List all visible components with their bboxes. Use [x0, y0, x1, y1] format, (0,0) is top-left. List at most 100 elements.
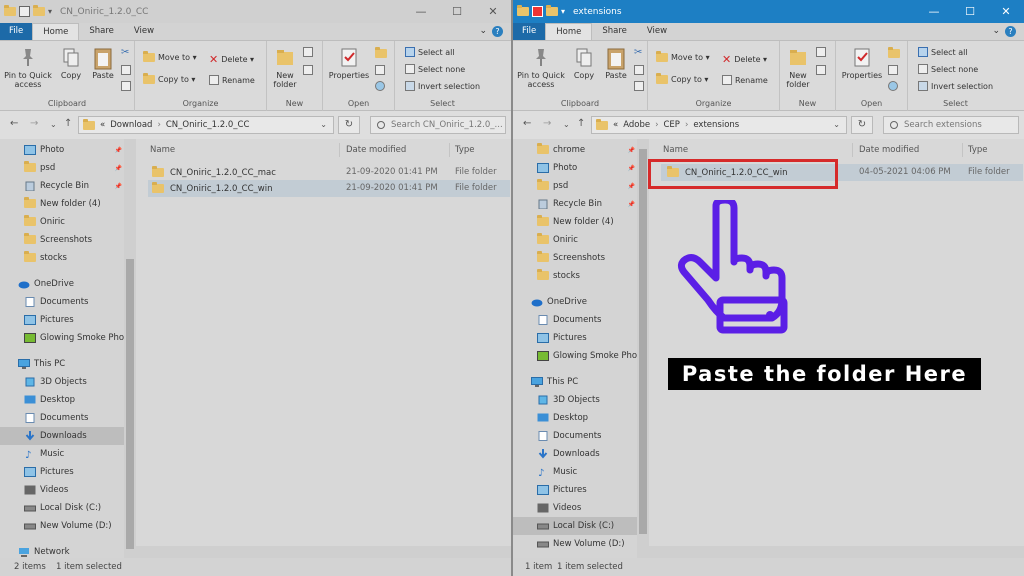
tab-home[interactable]: Home — [32, 23, 80, 40]
copy-button[interactable]: Copy — [56, 46, 86, 80]
invert-selection-button[interactable]: Invert selection — [918, 81, 993, 91]
chevron-down-icon[interactable]: ▾ — [561, 7, 565, 16]
breadcrumb-item[interactable]: extensions — [693, 120, 739, 130]
select-all-button[interactable]: Select all — [405, 47, 455, 57]
sidebar-item-pictures[interactable]: Pictures — [0, 311, 124, 329]
paste-shortcut-icon[interactable] — [121, 81, 131, 91]
column-divider[interactable] — [339, 143, 340, 157]
minimize-button[interactable]: — — [403, 0, 439, 23]
address-bar[interactable]: « Adobe › CEP › extensions ⌄ — [591, 116, 847, 134]
sidebar-item-recycle-bin[interactable]: Recycle Bin 📌 — [0, 177, 124, 195]
column-header-type[interactable]: Type — [968, 145, 988, 155]
copy-button[interactable]: Copy — [569, 46, 599, 80]
recent-chevron-icon[interactable]: ⌄ — [563, 120, 570, 129]
address-overflow[interactable]: « — [100, 120, 105, 130]
chevron-down-icon[interactable]: ▾ — [48, 7, 52, 16]
paste-shortcut-icon[interactable] — [634, 81, 644, 91]
sidebar-item-photo[interactable]: Photo 📌 — [0, 141, 124, 159]
edit-icon[interactable] — [888, 65, 898, 75]
sidebar-item-new-volume-d[interactable]: New Volume (D:) — [0, 517, 124, 535]
refresh-button[interactable]: ↻ — [338, 116, 360, 134]
sidebar-item-oniric[interactable]: Oniric — [513, 231, 637, 249]
sidebar-item-psd[interactable]: psd 📌 — [0, 159, 124, 177]
column-header-date[interactable]: Date modified — [346, 145, 406, 155]
breadcrumb-item[interactable]: CN_Oniric_1.2.0_CC — [166, 120, 250, 130]
sidebar-item-documents[interactable]: Documents — [0, 293, 124, 311]
cut-icon[interactable]: ✂ — [121, 47, 131, 58]
maximize-button[interactable]: ☐ — [439, 0, 475, 23]
sidebar-item-onedrive[interactable]: OneDrive — [513, 293, 637, 311]
help-icon[interactable]: ? — [1005, 26, 1016, 37]
sidebar-item-onedrive[interactable]: OneDrive — [0, 275, 124, 293]
checkbox-icon[interactable] — [532, 6, 543, 17]
chevron-down-icon[interactable]: ⌄ — [320, 120, 327, 129]
select-all-button[interactable]: Select all — [918, 47, 968, 57]
sidebar-item-glowing-smoke-phot[interactable]: Glowing Smoke Phot — [513, 347, 637, 365]
sidebar-item-psd[interactable]: psd 📌 — [513, 177, 637, 195]
chevron-down-icon[interactable]: ⌄ — [992, 26, 1000, 36]
pin-icon[interactable]: 📌 — [628, 201, 635, 208]
history-icon[interactable] — [375, 81, 385, 91]
sidebar-item-local-disk-c[interactable]: Local Disk (C:) — [513, 517, 637, 535]
breadcrumb-separator-icon[interactable]: › — [685, 120, 688, 130]
new-item-icon[interactable] — [816, 47, 826, 57]
chevron-down-icon[interactable]: ⌄ — [479, 26, 487, 36]
edit-icon[interactable] — [375, 65, 385, 75]
close-button[interactable]: ✕ — [475, 0, 511, 23]
properties-button[interactable]: Properties — [327, 46, 371, 80]
tab-file[interactable]: File — [513, 23, 546, 40]
sidebar-item-desktop[interactable]: Desktop — [0, 391, 124, 409]
address-bar[interactable]: « Download › CN_Oniric_1.2.0_CC ⌄ — [78, 116, 334, 134]
sidebar-item-stocks[interactable]: stocks — [0, 249, 124, 267]
sidebar-item-3d-objects[interactable]: 3D Objects — [0, 373, 124, 391]
select-none-button[interactable]: Select none — [918, 64, 978, 74]
checkbox-icon[interactable] — [19, 6, 30, 17]
copy-to-button[interactable]: Copy to ▾ — [656, 73, 708, 84]
easy-access-icon[interactable] — [816, 65, 826, 75]
tab-home[interactable]: Home — [545, 23, 593, 40]
search-input[interactable]: Search CN_Oniric_1.2.0_... — [370, 116, 506, 134]
sidebar-item-new-folder-4[interactable]: New folder (4) — [0, 195, 124, 213]
back-arrow-icon[interactable]: ← — [523, 118, 531, 129]
table-row[interactable]: CN_Oniric_1.2.0_CC_mac 21-09-2020 01:41 … — [148, 164, 510, 181]
navigation-pane[interactable]: chrome 📌 Photo 📌 psd 📌 Recycle Bin 📌 New folder … — [513, 139, 649, 558]
open-icon[interactable] — [375, 47, 387, 58]
refresh-button[interactable]: ↻ — [851, 116, 873, 134]
sidebar-item-documents[interactable]: Documents — [513, 427, 637, 445]
column-divider[interactable] — [962, 143, 963, 157]
sidebar-item-3d-objects[interactable]: 3D Objects — [513, 391, 637, 409]
sidebar-item-music[interactable]: ♪ Music — [513, 463, 637, 481]
sidebar-item-videos[interactable]: Videos — [0, 481, 124, 499]
vertical-scrollbar[interactable] — [637, 139, 649, 558]
sidebar-item-local-disk-c[interactable]: Local Disk (C:) — [0, 499, 124, 517]
sidebar-item-videos[interactable]: Videos — [513, 499, 637, 517]
copy-path-icon[interactable] — [634, 65, 644, 75]
sidebar-item-recycle-bin[interactable]: Recycle Bin 📌 — [513, 195, 637, 213]
table-row[interactable]: CN_Oniric_1.2.0_CC_win 21-09-2020 01:41 … — [148, 180, 510, 197]
address-overflow[interactable]: « — [613, 120, 618, 130]
scrollbar-thumb[interactable] — [639, 149, 647, 534]
pin-button[interactable]: Pin to Quick access — [516, 46, 566, 89]
invert-selection-button[interactable]: Invert selection — [405, 81, 480, 91]
delete-button[interactable]: ✕ Delete ▾ — [722, 53, 767, 66]
new-folder-button[interactable]: New folder — [269, 46, 301, 89]
sidebar-item-stocks[interactable]: stocks — [513, 267, 637, 285]
pin-button[interactable]: Pin to Quick access — [3, 46, 53, 89]
move-to-button[interactable]: Move to ▾ — [143, 51, 197, 62]
new-item-icon[interactable] — [303, 47, 313, 57]
sidebar-item-music[interactable]: ♪ Music — [0, 445, 124, 463]
history-icon[interactable] — [888, 81, 898, 91]
breadcrumb-item[interactable]: Adobe — [623, 120, 650, 130]
minimize-button[interactable]: — — [916, 0, 952, 23]
sidebar-item-screenshots[interactable]: Screenshots — [513, 249, 637, 267]
pin-icon[interactable]: 📌 — [115, 165, 122, 172]
up-arrow-icon[interactable]: ↑ — [577, 118, 585, 129]
title-bar[interactable]: ▾ CN_Oniric_1.2.0_CC — ☐ ✕ — [0, 0, 511, 23]
rename-button[interactable]: Rename — [722, 75, 768, 85]
new-folder-button[interactable]: New folder — [782, 46, 814, 89]
paste-button[interactable]: Paste — [601, 46, 631, 80]
sidebar-item-oniric[interactable]: Oniric — [0, 213, 124, 231]
navigation-pane[interactable]: Photo 📌 psd 📌 Recycle Bin 📌 New folder (4) Onir… — [0, 139, 136, 558]
sidebar-item-pictures[interactable]: Pictures — [513, 481, 637, 499]
tab-view[interactable]: View — [124, 23, 164, 40]
